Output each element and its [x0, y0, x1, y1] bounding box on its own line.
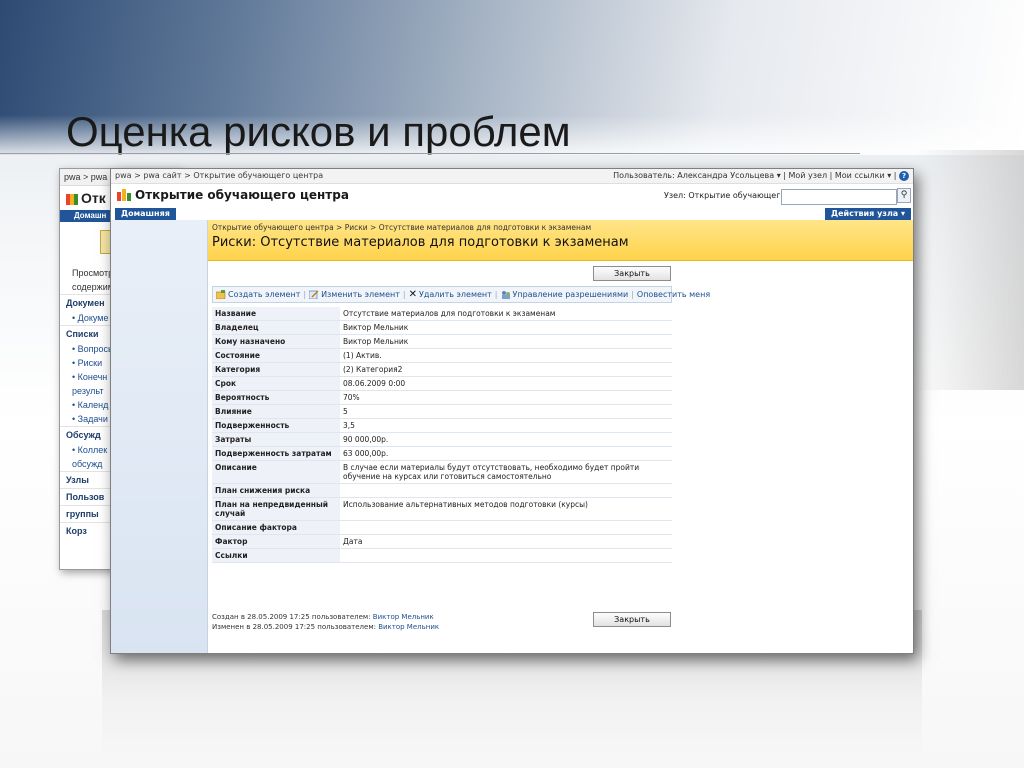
property-label: Владелец [212, 320, 340, 335]
property-row: Владелец Виктор Мельник [212, 320, 672, 335]
property-label: Описание [212, 460, 340, 484]
property-row: Описание фактора [212, 520, 672, 535]
property-row: Категория (2) Категория2 [212, 362, 672, 377]
property-label: Затраты [212, 432, 340, 447]
edit-item-icon [309, 290, 319, 299]
left-navigation-panel [111, 220, 208, 653]
alert-me-button[interactable]: Оповестить меня [634, 287, 713, 302]
property-label: План на непредвиденный случай [212, 497, 340, 521]
slide-background-shade [914, 150, 1024, 390]
edit-item-button[interactable]: Изменить элемент [306, 287, 403, 302]
page-breadcrumb[interactable]: Открытие обучающего центра > Риски > Отс… [212, 223, 591, 232]
title-divider [0, 153, 860, 154]
property-row: Фактор Дата [212, 534, 672, 549]
property-row: Срок 08.06.2009 0:00 [212, 376, 672, 391]
main-content: Открытие обучающего центра > Риски > Отс… [208, 220, 913, 653]
property-row: Ссылки [212, 548, 672, 563]
delete-item-button[interactable]: ✕ Удалить элемент [406, 287, 495, 302]
modified-by-link[interactable]: Виктор Мельник [378, 623, 439, 631]
property-row: Влияние 5 [212, 404, 672, 419]
site-logo-icon [117, 189, 131, 201]
user-menu[interactable]: Пользователь: Александра Усольцева ▾ | М… [613, 169, 909, 183]
property-value: 63 000,00р. [340, 446, 672, 461]
created-by-link[interactable]: Виктор Мельник [373, 613, 434, 621]
close-button-top[interactable]: Закрыть [593, 266, 671, 281]
property-row: Подверженность затратам 63 000,00р. [212, 446, 672, 461]
new-item-icon [216, 290, 226, 299]
property-value: (1) Актив. [340, 348, 672, 363]
property-value: 5 [340, 404, 672, 419]
property-value [340, 483, 672, 498]
property-value: В случае если материалы будут отсутствов… [340, 460, 672, 484]
global-breadcrumb[interactable]: pwa > pwa сайт > Открытие обучающего цен… [115, 169, 323, 183]
property-row: План снижения риска [212, 483, 672, 498]
item-properties-table: Название Отсутствие материалов для подгот… [212, 307, 672, 563]
property-label: Кому назначено [212, 334, 340, 349]
search-icon[interactable]: ⚲ [897, 188, 911, 203]
property-row: Затраты 90 000,00р. [212, 432, 672, 447]
manage-permissions-button[interactable]: Управление разрешениями [498, 287, 632, 302]
nav-tab-home[interactable]: Домашняя [115, 208, 176, 220]
site-actions-menu[interactable]: Действия узла ▾ [824, 208, 911, 220]
permissions-icon [501, 291, 510, 299]
modified-info: Изменен в 28.05.2009 17:25 пользователем… [212, 623, 440, 631]
property-value: Дата [340, 534, 672, 549]
property-row: Название Отсутствие материалов для подгот… [212, 307, 672, 321]
create-item-button[interactable]: Создать элемент [213, 287, 303, 302]
property-label: Фактор [212, 534, 340, 549]
property-label: Название [212, 307, 340, 321]
property-label: Описание фактора [212, 520, 340, 535]
property-label: План снижения риска [212, 483, 340, 498]
page-title-area: Открытие обучающего центра > Риски > Отс… [208, 220, 913, 261]
property-row: План на непредвиденный случай Использован… [212, 497, 672, 521]
user-menu-label[interactable]: Пользователь: Александра Усольцева ▾ | М… [613, 171, 896, 180]
property-value-link[interactable]: Виктор Мельник [340, 320, 672, 335]
property-value: (2) Категория2 [340, 362, 672, 377]
site-logo-icon [66, 193, 78, 205]
property-value: 90 000,00р. [340, 432, 672, 447]
property-value: 70% [340, 390, 672, 405]
property-value [340, 548, 672, 563]
global-topbar: pwa > pwa сайт > Открытие обучающего цен… [111, 169, 913, 184]
site-header: Открытие обучающего центра Узел: Открыти… [111, 184, 913, 208]
property-label: Ссылки [212, 548, 340, 563]
item-toolbar: Создать элемент | Изменить элемент | ✕ Удалит… [212, 286, 710, 303]
delete-icon: ✕ [408, 289, 417, 300]
close-button-bottom[interactable]: Закрыть [593, 612, 671, 627]
property-label: Вероятность [212, 390, 340, 405]
property-value: Отсутствие материалов для подготовки к э… [340, 307, 672, 321]
item-version-info: Создан в 28.05.2009 17:25 пользователем:… [212, 612, 439, 632]
slide-title: Оценка рисков и проблем [66, 108, 571, 155]
property-label: Срок [212, 376, 340, 391]
property-label: Категория [212, 362, 340, 377]
property-row: Кому назначено Виктор Мельник [212, 334, 672, 349]
sharepoint-window: pwa > pwa сайт > Открытие обучающего цен… [110, 168, 914, 654]
help-icon[interactable]: ? [899, 170, 909, 181]
property-label: Влияние [212, 404, 340, 419]
property-value [340, 520, 672, 535]
property-label: Подверженность затратам [212, 446, 340, 461]
property-label: Подверженность [212, 418, 340, 433]
site-title[interactable]: Открытие обучающего центра [135, 188, 349, 202]
created-info: Создан в 28.05.2009 17:25 пользователем:… [212, 613, 434, 621]
property-row: Описание В случае если материалы будут от… [212, 460, 672, 484]
property-row: Состояние (1) Актив. [212, 348, 672, 363]
page-title: Риски: Отсутствие материалов для подгото… [212, 235, 629, 250]
property-value: 08.06.2009 0:00 [340, 376, 672, 391]
property-label: Состояние [212, 348, 340, 363]
property-row: Вероятность 70% [212, 390, 672, 405]
property-value: 3,5 [340, 418, 672, 433]
property-row: Подверженность 3,5 [212, 418, 672, 433]
property-value-link[interactable]: Виктор Мельник [340, 334, 672, 349]
search-input[interactable] [781, 189, 897, 205]
search-scope-dropdown[interactable]: Узел: Открытие обучающег ▾ [664, 191, 787, 200]
property-value: Использование альтернативных методов под… [340, 497, 672, 521]
